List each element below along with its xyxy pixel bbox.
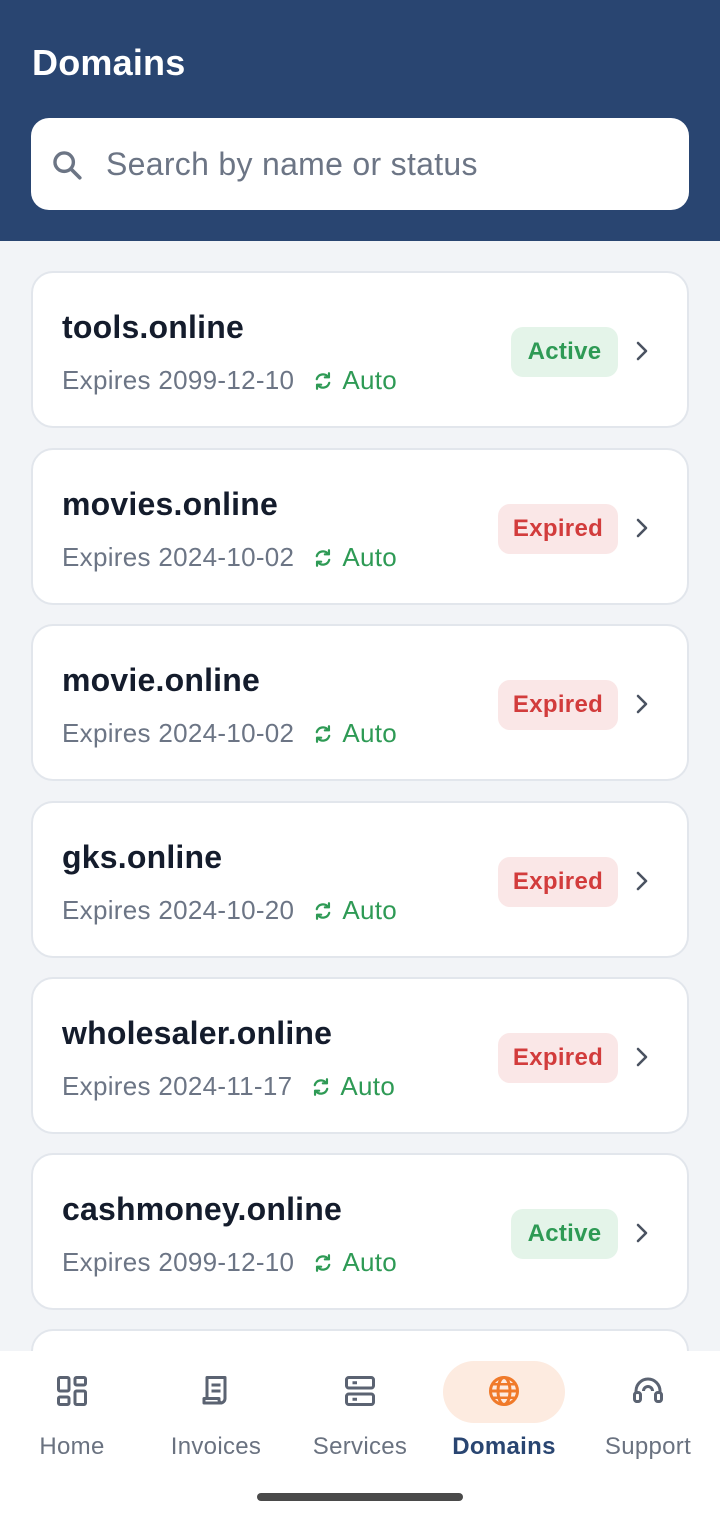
auto-renew-label: Auto xyxy=(342,542,398,572)
chevron-right-icon xyxy=(636,518,648,538)
domain-meta: Expires 2024-10-02 Auto xyxy=(62,718,397,749)
app-header: Domains xyxy=(0,0,720,241)
expiry-date: Expires 2099-12-10 xyxy=(62,1247,295,1277)
headset-icon xyxy=(633,1377,663,1403)
refresh-icon xyxy=(315,371,331,390)
expiry-date: Expires 2024-10-02 xyxy=(62,542,295,572)
auto-renew: Auto xyxy=(312,895,397,926)
domain-card[interactable]: movies.online Expires 2024-10-02 Auto Ex… xyxy=(31,448,689,605)
chevron-right-icon xyxy=(636,341,648,361)
domain-name: movie.online xyxy=(62,662,260,698)
status-badge: Active xyxy=(511,327,618,377)
refresh-icon xyxy=(314,1077,329,1096)
nav-label-invoices: Invoices xyxy=(170,1433,262,1460)
nav-item-domains[interactable]: Domains xyxy=(432,1351,576,1481)
refresh-icon xyxy=(315,1253,331,1272)
domain-name: tools.online xyxy=(62,309,244,345)
status-badge: Active xyxy=(511,1209,618,1259)
chevron-right-icon xyxy=(636,1223,648,1243)
search-input[interactable] xyxy=(106,118,666,210)
expiry-date: Expires 2099-12-10 xyxy=(62,365,295,395)
domain-meta: Expires 2024-11-17 Auto xyxy=(62,1071,395,1102)
expiry-date: Expires 2024-10-02 xyxy=(62,718,295,748)
globe-icon xyxy=(489,1376,519,1406)
chevron-right-icon xyxy=(636,1047,648,1067)
auto-renew-label: Auto xyxy=(342,895,398,925)
auto-renew: Auto xyxy=(310,1071,395,1102)
nav-item-invoices[interactable]: Invoices xyxy=(144,1351,288,1481)
refresh-icon xyxy=(315,901,331,920)
nav-label-domains: Domains xyxy=(452,1433,556,1460)
nav-item-support[interactable]: Support xyxy=(576,1351,720,1481)
auto-renew: Auto xyxy=(312,365,397,396)
domain-name: cashmoney.online xyxy=(62,1191,343,1227)
auto-renew-label: Auto xyxy=(342,718,398,748)
domain-name: wholesaler.online xyxy=(62,1015,333,1051)
page-title: Domains xyxy=(32,42,186,83)
domain-name: movies.online xyxy=(62,486,278,522)
domain-card[interactable]: wholesaler.online Expires 2024-11-17 Aut… xyxy=(31,977,689,1134)
domain-card[interactable]: gks.online Expires 2024-10-20 Auto Expir… xyxy=(31,801,689,958)
receipt-icon xyxy=(202,1376,227,1405)
server-icon xyxy=(345,1376,375,1406)
chevron-right-icon xyxy=(636,694,648,714)
nav-label-support: Support xyxy=(604,1433,692,1460)
status-badge: Expired xyxy=(498,857,618,907)
status-badge: Expired xyxy=(498,680,618,730)
nav-item-services[interactable]: Services xyxy=(288,1351,432,1481)
auto-renew-label: Auto xyxy=(342,1247,398,1277)
expiry-date: Expires 2024-10-20 xyxy=(62,895,295,925)
home-indicator[interactable] xyxy=(257,1493,463,1501)
auto-renew: Auto xyxy=(312,1247,397,1278)
auto-renew-label: Auto xyxy=(340,1071,396,1101)
domain-card[interactable]: movie.online Expires 2024-10-02 Auto Exp… xyxy=(31,624,689,781)
refresh-icon xyxy=(315,548,331,567)
domain-meta: Expires 2024-10-20 Auto xyxy=(62,895,397,926)
auto-renew: Auto xyxy=(312,718,397,749)
nav-label-services: Services xyxy=(312,1433,408,1460)
search-box[interactable] xyxy=(31,118,689,210)
status-badge: Expired xyxy=(498,1033,618,1083)
expiry-date: Expires 2024-11-17 xyxy=(62,1071,293,1101)
domain-name: gks.online xyxy=(62,839,223,875)
nav-label-home: Home xyxy=(39,1433,105,1460)
chevron-right-icon xyxy=(636,871,648,891)
nav-item-home[interactable]: Home xyxy=(0,1351,144,1481)
status-badge: Expired xyxy=(498,504,618,554)
dashboard-icon xyxy=(57,1376,87,1406)
domain-card[interactable]: cashmoney.online Expires 2099-12-10 Auto… xyxy=(31,1153,689,1310)
refresh-icon xyxy=(315,724,331,743)
auto-renew-label: Auto xyxy=(342,365,398,395)
domain-card[interactable]: tools.online Expires 2099-12-10 Auto Act… xyxy=(31,271,689,428)
auto-renew: Auto xyxy=(312,542,397,573)
domain-meta: Expires 2024-10-02 Auto xyxy=(62,542,397,573)
domain-meta: Expires 2099-12-10 Auto xyxy=(62,1247,397,1278)
domain-meta: Expires 2099-12-10 Auto xyxy=(62,365,397,396)
search-icon xyxy=(53,151,82,180)
